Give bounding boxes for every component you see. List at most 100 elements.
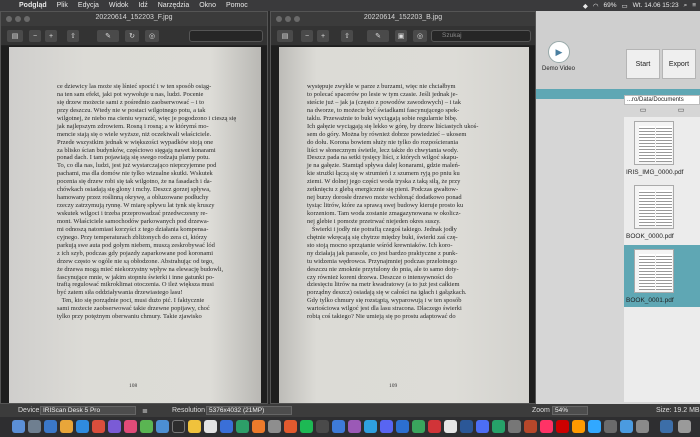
app-icon[interactable]	[476, 420, 489, 433]
finder-icon[interactable]	[12, 420, 25, 433]
app-icon[interactable]	[236, 420, 249, 433]
app-icon[interactable]	[492, 420, 505, 433]
acrobat-icon[interactable]	[556, 420, 569, 433]
file-item[interactable]: BOOK_0000.pdf	[624, 181, 700, 243]
markup-toolbar-icon[interactable]: ◎	[413, 30, 427, 42]
start-button[interactable]: Start	[626, 49, 660, 79]
menu-file[interactable]: Plik	[52, 2, 73, 9]
app-icon[interactable]	[444, 420, 457, 433]
clock[interactable]: Wt. 14.06 15:23	[633, 2, 679, 9]
menu-view[interactable]: Widok	[104, 2, 133, 9]
app-icon[interactable]	[428, 420, 441, 433]
resolution-select[interactable]: 5376x4032 (21MP)	[206, 406, 292, 415]
messages-icon[interactable]	[140, 420, 153, 433]
trash-icon[interactable]	[678, 420, 691, 433]
app-icon[interactable]	[396, 420, 409, 433]
app-icon[interactable]	[508, 420, 521, 433]
zoom-out-icon[interactable]: −	[301, 30, 313, 42]
menu-bar: Podgląd Plik Edycja Widok Idź Narzędzia …	[0, 0, 700, 11]
menu-go[interactable]: Idź	[133, 2, 152, 9]
app-icon[interactable]	[268, 420, 281, 433]
zoom-label: Zoom	[532, 407, 550, 414]
powerpoint-icon[interactable]	[524, 420, 537, 433]
app-icon[interactable]	[220, 420, 233, 433]
menu-window[interactable]: Okno	[194, 2, 221, 9]
play-icon[interactable]: ▶	[548, 41, 570, 63]
zoom-in-icon[interactable]: +	[317, 30, 329, 42]
scanned-page: ce dziewicy las może się lśnieć spocić i…	[9, 47, 261, 403]
control-center-icon[interactable]: ≡	[692, 2, 696, 9]
menu-app-name[interactable]: Podgląd	[14, 2, 52, 9]
vlc-icon[interactable]	[252, 420, 265, 433]
menu-tools[interactable]: Narzędzia	[153, 2, 195, 9]
file-name: IRIS_IMG_0000.pdf	[626, 169, 684, 176]
export-button[interactable]: Export	[662, 49, 696, 79]
sidebar-icon[interactable]: ▤	[7, 30, 23, 42]
search-input[interactable]: Szukaj	[431, 30, 531, 42]
resolution-label: Resolution	[172, 407, 206, 414]
file-list: IRIS_IMG_0000.pdf BOOK_0000.pdf BOOK_000…	[624, 117, 700, 402]
markup-toolbar-icon[interactable]: ◎	[145, 30, 159, 42]
battery-icon[interactable]: ▭	[622, 2, 628, 10]
app-icon[interactable]	[108, 420, 121, 433]
file-item-selected[interactable]: BOOK_0001.pdf	[624, 245, 700, 307]
app-icon[interactable]	[204, 420, 217, 433]
photoshop-icon[interactable]	[588, 420, 601, 433]
crop-icon[interactable]: ▣	[395, 30, 407, 42]
menu-edit[interactable]: Edycja	[73, 2, 104, 9]
app-icon[interactable]	[364, 420, 377, 433]
wifi-icon[interactable]: ◠	[593, 2, 599, 10]
search-input[interactable]	[189, 30, 263, 42]
app-icon[interactable]	[540, 420, 553, 433]
app-icon[interactable]	[604, 420, 617, 433]
window-titlebar: 20220614_152203_B.jpg	[271, 12, 535, 26]
spotify-icon[interactable]	[300, 420, 313, 433]
mail-icon[interactable]	[76, 420, 89, 433]
share-icon[interactable]: ⇧	[341, 30, 353, 42]
device-select[interactable]: IRIScan Desk 5 Pro	[40, 406, 136, 415]
music-icon[interactable]	[124, 420, 137, 433]
app-icon[interactable]	[156, 420, 169, 433]
dock	[0, 417, 700, 437]
app-icon[interactable]	[348, 420, 361, 433]
launchpad-icon[interactable]	[28, 420, 41, 433]
folder-open-icon[interactable]: ▭	[678, 106, 685, 116]
app-icon[interactable]	[172, 420, 185, 433]
notes-icon[interactable]	[188, 420, 201, 433]
photos-icon[interactable]	[60, 420, 73, 433]
word-icon[interactable]	[460, 420, 473, 433]
page-number: 108	[129, 383, 138, 389]
file-item[interactable]: IRIS_IMG_0000.pdf	[624, 119, 700, 181]
markup-icon[interactable]: ✎	[367, 30, 389, 42]
spotlight-icon[interactable]: ⌕	[684, 2, 688, 10]
share-icon[interactable]: ⇧	[67, 30, 79, 42]
file-thumbnail	[634, 185, 674, 229]
downloads-icon[interactable]	[660, 420, 673, 433]
app-icon[interactable]	[636, 420, 649, 433]
window-title: 20220614_152203_F.jpg	[95, 14, 173, 21]
illustrator-icon[interactable]	[572, 420, 585, 433]
app-icon[interactable]	[316, 420, 329, 433]
dropbox-icon[interactable]: ◆	[583, 2, 588, 10]
folder-buttons: ▭ ▭	[624, 106, 700, 116]
app-icon[interactable]	[412, 420, 425, 433]
calendar-icon[interactable]	[92, 420, 105, 433]
app-icon[interactable]	[332, 420, 345, 433]
zoom-in-icon[interactable]: +	[45, 30, 57, 42]
app-icon[interactable]	[284, 420, 297, 433]
zoom-out-icon[interactable]: −	[29, 30, 41, 42]
scanned-page: występuje zwykle w parze z burzami, więc…	[279, 47, 529, 403]
discord-icon[interactable]	[380, 420, 393, 433]
rotate-icon[interactable]: ↻	[125, 30, 139, 42]
sidebar-icon[interactable]: ▤	[277, 30, 293, 42]
app-icon[interactable]	[620, 420, 633, 433]
safari-icon[interactable]	[44, 420, 57, 433]
markup-icon[interactable]: ✎	[97, 30, 119, 42]
battery-percent[interactable]: 69%	[604, 2, 617, 9]
zoom-select[interactable]: 54%	[552, 406, 588, 415]
menu-help[interactable]: Pomoc	[221, 2, 253, 9]
path-field[interactable]: ...ro/Data/Documents	[624, 95, 700, 105]
settings-icon[interactable]: ≣	[142, 407, 148, 415]
device-label: Device	[18, 407, 40, 414]
folder-icon[interactable]: ▭	[640, 106, 647, 116]
